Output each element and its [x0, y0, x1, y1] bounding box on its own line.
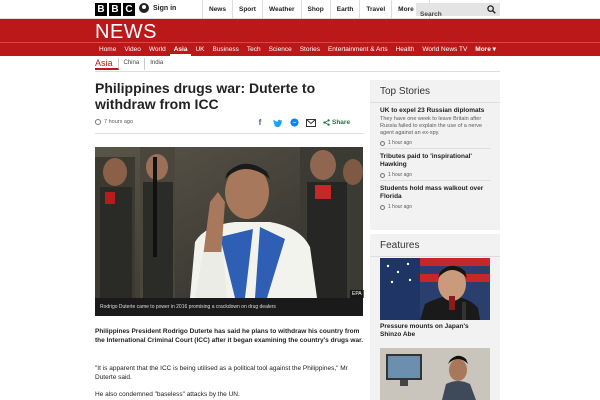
- story-time-text: 1 hour ago: [388, 172, 412, 178]
- subnav-india[interactable]: India: [145, 58, 168, 70]
- news-title[interactable]: NEWS: [95, 21, 157, 44]
- article-paragraph: He also condemned "baseless" attacks by …: [95, 391, 240, 398]
- sign-in-label: Sign in: [153, 4, 177, 12]
- divider: [95, 133, 363, 134]
- nav-stories[interactable]: Stories: [296, 43, 324, 56]
- top-nav-travel[interactable]: Travel: [359, 0, 391, 19]
- logo-letter: B: [95, 3, 107, 16]
- bbc-logo[interactable]: B B C: [95, 3, 135, 16]
- nav-home[interactable]: Home: [95, 43, 120, 56]
- nav-tech[interactable]: Tech: [243, 43, 265, 56]
- clock-icon: [380, 172, 385, 178]
- top-nav-sport[interactable]: Sport: [231, 0, 262, 19]
- top-story-item[interactable]: Students hold mass walkout over Florida …: [370, 181, 500, 212]
- article-headline: Philippines drugs war: Duterte to withdr…: [95, 80, 316, 112]
- divider: [95, 71, 500, 72]
- logo-letter: C: [123, 3, 135, 16]
- top-nav-weather[interactable]: Weather: [261, 0, 301, 19]
- nav-more[interactable]: More ▾: [471, 43, 500, 56]
- top-stories-title: Top Stories: [380, 86, 431, 97]
- duterte-photo: [95, 147, 363, 298]
- email-icon[interactable]: [306, 118, 316, 127]
- nav-business[interactable]: Business: [208, 43, 242, 56]
- messenger-icon[interactable]: [289, 118, 299, 127]
- sign-in-link[interactable]: Sign in: [139, 3, 176, 13]
- nav-world[interactable]: World: [145, 43, 170, 56]
- story-time: 1 hour ago: [380, 204, 490, 210]
- clock-icon: [95, 119, 101, 125]
- top-nav: News Sport Weather Shop Earth Travel Mor…: [202, 0, 430, 19]
- nav-uk[interactable]: UK: [191, 43, 208, 56]
- top-nav-news[interactable]: News: [202, 0, 232, 19]
- clock-icon: [380, 140, 385, 146]
- logo-letter: B: [109, 3, 121, 16]
- article-paragraph: "It is apparent that the ICC is being ut…: [95, 365, 348, 381]
- share-label: Share: [332, 119, 351, 126]
- story-headline[interactable]: UK to expel 23 Russian diplomats: [380, 107, 490, 115]
- share-button[interactable]: Share: [323, 118, 350, 127]
- story-time: 1 hour ago: [380, 172, 490, 178]
- nav-science[interactable]: Science: [265, 43, 296, 56]
- article-photo: [95, 147, 363, 298]
- feature-image[interactable]: [380, 348, 490, 400]
- top-story-item[interactable]: Tributes paid to 'inspirational' Hawking…: [370, 149, 500, 180]
- search-box: [416, 3, 500, 21]
- story-time-text: 1 hour ago: [388, 204, 412, 210]
- main-nav: Home Video World Asia UK Business Tech S…: [0, 42, 600, 56]
- nav-world-news-tv[interactable]: World News TV: [418, 43, 471, 56]
- features-title: Features: [380, 240, 420, 251]
- nav-entertainment[interactable]: Entertainment & Arts: [324, 43, 392, 56]
- feature-photo: [380, 348, 490, 400]
- user-icon: [139, 3, 149, 13]
- share-tools: f Share: [255, 118, 350, 127]
- subnav-asia[interactable]: Asia: [95, 58, 119, 70]
- timestamp-text: 7 hours ago: [104, 119, 134, 125]
- story-headline[interactable]: Students hold mass walkout over Florida: [380, 185, 490, 201]
- article-lede: Philippines President Rodrigo Duterte ha…: [95, 328, 364, 344]
- story-headline[interactable]: Tributes paid to 'inspirational' Hawking: [380, 153, 490, 169]
- feature-image[interactable]: [380, 258, 490, 320]
- article-timestamp: 7 hours ago: [95, 119, 133, 125]
- features-panel: Features Pressure mounts on Japan's Shin…: [370, 234, 500, 400]
- abe-photo: [380, 258, 490, 320]
- top-stories-panel: Top Stories UK to expel 23 Russian diplo…: [370, 80, 500, 230]
- top-nav-shop[interactable]: Shop: [300, 0, 330, 19]
- nav-health[interactable]: Health: [392, 43, 419, 56]
- photo-credit: EPA: [350, 290, 364, 298]
- story-summary: They have one week to leave Britain afte…: [380, 116, 483, 136]
- search-icon[interactable]: [487, 5, 496, 14]
- top-nav-earth[interactable]: Earth: [329, 0, 360, 19]
- top-bar: B B C Sign in News Sport Weather Shop Ea…: [0, 0, 600, 21]
- divider: [370, 256, 500, 257]
- top-nav-more-label: More: [398, 6, 414, 13]
- photo-caption: Rodrigo Duterte came to power in 2016 pr…: [95, 298, 363, 316]
- nav-asia[interactable]: Asia: [169, 43, 192, 56]
- story-time: 1 hour ago: [380, 140, 490, 146]
- subnav-china[interactable]: China: [119, 58, 146, 70]
- facebook-icon[interactable]: f: [255, 118, 265, 127]
- feature-caption[interactable]: Pressure mounts on Japan's Shinzo Abe: [380, 323, 490, 339]
- share-icon: [323, 119, 330, 126]
- sub-nav: Asia China India: [95, 58, 168, 70]
- top-story-item[interactable]: UK to expel 23 Russian diplomats They ha…: [370, 103, 500, 148]
- twitter-icon[interactable]: [272, 118, 282, 127]
- nav-video[interactable]: Video: [120, 43, 145, 56]
- story-time-text: 1 hour ago: [388, 140, 412, 146]
- clock-icon: [380, 204, 385, 210]
